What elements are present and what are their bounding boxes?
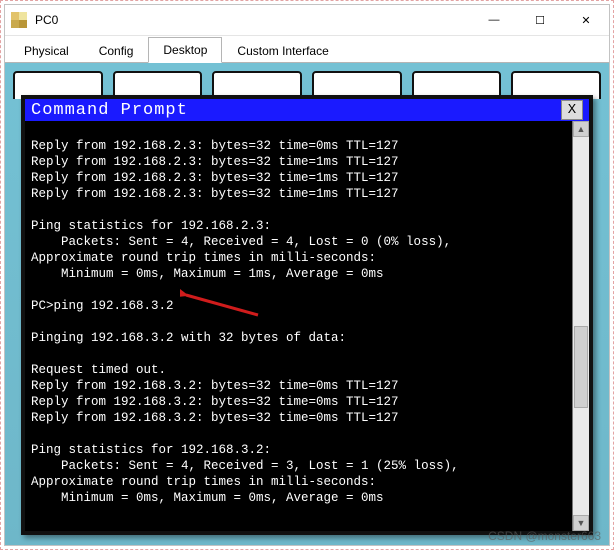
app-window: PC0 — ☐ ✕ Physical Config Desktop Custom… xyxy=(4,4,610,546)
titlebar[interactable]: PC0 — ☐ ✕ xyxy=(5,5,609,36)
watermark: CSDN @monster663 xyxy=(488,529,601,543)
command-prompt-title: Command Prompt xyxy=(31,101,561,120)
tab-config[interactable]: Config xyxy=(84,38,149,63)
app-icon xyxy=(11,12,27,28)
window-title: PC0 xyxy=(33,13,471,27)
tab-physical[interactable]: Physical xyxy=(9,38,84,63)
close-button[interactable]: ✕ xyxy=(563,5,609,35)
command-prompt-window: Command Prompt X Reply from 192.168.2.3:… xyxy=(21,95,593,535)
maximize-button[interactable]: ☐ xyxy=(517,5,563,35)
client-area: Command Prompt X Reply from 192.168.2.3:… xyxy=(5,63,609,545)
terminal-output[interactable]: Reply from 192.168.2.3: bytes=32 time=0m… xyxy=(25,134,572,519)
scrollbar[interactable]: ▲ ▼ xyxy=(572,121,589,531)
command-prompt-titlebar[interactable]: Command Prompt X xyxy=(25,99,589,121)
tab-bar: Physical Config Desktop Custom Interface xyxy=(5,36,609,63)
tab-desktop[interactable]: Desktop xyxy=(148,37,222,63)
scrollbar-track[interactable] xyxy=(573,137,589,515)
command-prompt-close-button[interactable]: X xyxy=(561,100,583,120)
minimize-button[interactable]: — xyxy=(471,5,517,35)
tab-custom-interface[interactable]: Custom Interface xyxy=(222,38,343,63)
scrollbar-thumb[interactable] xyxy=(574,326,588,408)
scroll-up-icon[interactable]: ▲ xyxy=(573,121,589,137)
